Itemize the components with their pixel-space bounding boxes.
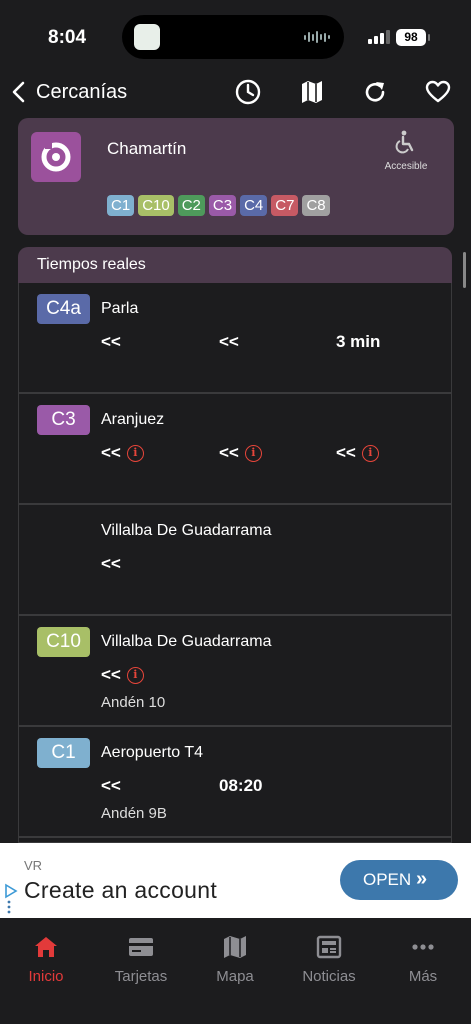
tab-mas[interactable]: Más [378, 934, 468, 985]
departure-time: << [101, 332, 121, 351]
wheelchair-icon [395, 130, 414, 154]
info-warning-icon[interactable]: i [126, 666, 144, 684]
departure-time: << [101, 443, 121, 462]
destination: Parla [101, 300, 139, 317]
tab-label: Más [408, 968, 438, 985]
train-row[interactable]: Villalba De Guadarrama << [19, 505, 451, 616]
dynamic-island [122, 15, 344, 59]
line-chip-c8[interactable]: C8 [302, 195, 330, 216]
departure-time: 08:20 [219, 776, 263, 795]
signal-icon [368, 30, 390, 44]
status-bar: 8:04 98 [0, 0, 471, 76]
realtime-list: C4a Parla << << 3 min C3 Aranjuez << i <<… [18, 283, 452, 843]
realtime-header: Tiempos reales [18, 247, 452, 283]
tab-label: Tarjetas [114, 968, 168, 985]
departure-time: << [219, 332, 239, 351]
line-chip-c3[interactable]: C3 [208, 195, 237, 216]
home-icon [35, 937, 57, 957]
back-button-label[interactable]: Cercanías [36, 81, 127, 104]
scrollbar[interactable] [463, 252, 466, 288]
train-row[interactable]: C4a Parla << << 3 min [19, 283, 451, 394]
platform-label: Andén 10 [101, 694, 166, 711]
ad-banner[interactable]: VR Create an account OPEN » [0, 843, 471, 918]
destination: Aranjuez [101, 411, 165, 428]
tab-noticias[interactable]: Noticias [284, 934, 374, 985]
ad-headline: Create an account [24, 877, 218, 903]
more-icon [412, 944, 434, 950]
accessible-label: Accesible [384, 161, 428, 172]
destination: Villalba De Guadarrama [101, 522, 272, 539]
line-chip-c4[interactable]: C4 [240, 195, 268, 216]
refresh-icon[interactable] [361, 78, 389, 106]
station-name: Chamartín [107, 139, 187, 158]
destination: Villalba De Guadarrama [101, 633, 272, 650]
audio-wave-icon [304, 30, 330, 44]
ad-choices-icon[interactable] [4, 881, 18, 915]
departure-times: << << 3 min [101, 332, 441, 354]
departure-time: << [101, 665, 121, 684]
info-warning-icon[interactable]: i [361, 444, 379, 462]
map-icon[interactable] [298, 78, 326, 106]
realtime-title: Tiempos reales [37, 256, 146, 273]
train-row[interactable]: C10 Villalba De Guadarrama << i Andén 10 [19, 616, 451, 727]
status-time: 8:04 [48, 27, 87, 48]
battery-indicator: 98 [396, 29, 430, 46]
line-chip-c10[interactable]: C10 [138, 195, 174, 216]
tab-inicio[interactable]: Inicio [1, 934, 91, 985]
nav-header: Cercanías [0, 72, 471, 112]
departure-time: << [219, 443, 239, 462]
news-icon [316, 935, 342, 959]
platform-label: Andén 9B [101, 805, 167, 822]
departure-times: << 08:20 [101, 776, 441, 798]
departure-times: << i [101, 665, 441, 687]
line-chips: C1 C10 C2 C3 C4 C7 C8 [107, 195, 330, 216]
departure-time: 3 min [336, 332, 381, 351]
line-badge: C4a [37, 294, 90, 324]
train-row[interactable]: C3 Aranjuez << i << i << i [19, 394, 451, 505]
departure-time: << [101, 554, 121, 573]
train-row[interactable]: C1 Aeropuerto T4 << 08:20 Andén 9B [19, 727, 451, 838]
departure-times: << i << i << i [101, 443, 441, 465]
line-chip-c2[interactable]: C2 [177, 195, 205, 216]
info-warning-icon[interactable]: i [126, 444, 144, 462]
line-badge: C3 [37, 405, 90, 435]
card-icon [129, 938, 153, 956]
cercanias-logo-icon [31, 132, 81, 182]
tab-tarjetas[interactable]: Tarjetas [96, 934, 186, 985]
line-chip-c1[interactable]: C1 [107, 195, 135, 216]
tab-bar: Inicio Tarjetas Mapa Noticias Más [0, 918, 471, 1024]
station-card: Chamartín Accesible C1 C10 C2 C3 C4 C7 C… [18, 118, 454, 235]
ad-open-button[interactable]: OPEN » [340, 860, 458, 900]
destination: Aeropuerto T4 [101, 744, 203, 761]
departure-time: << [336, 443, 356, 462]
departure-times: << [101, 554, 441, 576]
double-chevron-right-icon: » [416, 868, 428, 890]
ad-sponsor: VR [24, 858, 43, 873]
clock-icon[interactable] [234, 78, 262, 106]
info-warning-icon[interactable]: i [244, 444, 262, 462]
tab-mapa[interactable]: Mapa [190, 934, 280, 985]
departure-time: << [101, 776, 121, 795]
tab-label: Inicio [28, 968, 64, 985]
accessible-indicator: Accesible [374, 130, 438, 172]
ad-open-label: OPEN [363, 870, 412, 889]
back-arrow-icon[interactable] [10, 78, 30, 106]
line-badge: C10 [37, 627, 90, 657]
map-icon [224, 936, 246, 958]
tab-label: Mapa [216, 968, 254, 985]
line-chip-c7[interactable]: C7 [271, 195, 299, 216]
now-playing-thumbnail [134, 24, 160, 50]
favorite-heart-icon[interactable] [424, 78, 452, 106]
line-badge: C1 [37, 738, 90, 768]
tab-label: Noticias [302, 968, 356, 985]
